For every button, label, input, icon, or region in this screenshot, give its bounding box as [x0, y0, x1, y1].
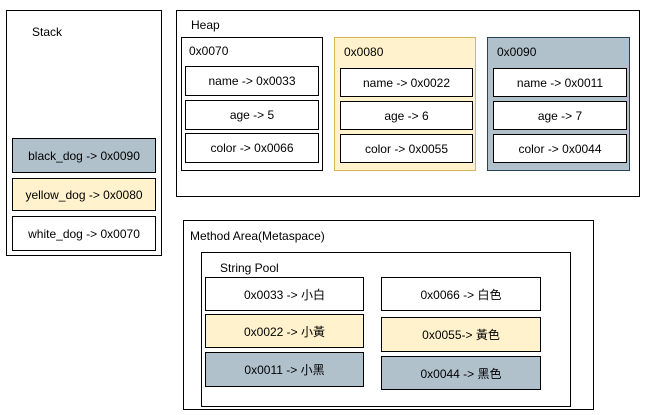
- string-pool-entry: 0x0022 -> 小黃: [205, 314, 364, 348]
- string-pool-entry: 0x0011 -> 小黑: [205, 352, 364, 387]
- object-field: age -> 5: [185, 100, 319, 130]
- method-area-title: Method Area(Metaspace): [190, 229, 325, 243]
- object-address: 0x0080: [344, 45, 384, 59]
- object-address: 0x0090: [497, 45, 537, 59]
- object-field: color -> 0x0066: [185, 133, 319, 163]
- string-pool-entry: 0x0044 -> 黑色: [381, 356, 541, 390]
- stack-var: black_dog -> 0x0090: [12, 138, 156, 173]
- object-field: color -> 0x0044: [493, 134, 627, 163]
- heap-title: Heap: [191, 18, 220, 32]
- object-field: name -> 0x0011: [493, 68, 627, 97]
- string-pool-title: String Pool: [220, 261, 279, 275]
- string-pool-entry: 0x0033 -> 小白: [205, 277, 364, 311]
- object-field: name -> 0x0033: [185, 66, 319, 96]
- string-pool-entry: 0x0055-> 黃色: [381, 317, 541, 352]
- stack-title: Stack: [32, 25, 63, 39]
- stack-var: yellow_dog -> 0x0080: [12, 178, 156, 211]
- object-field: name -> 0x0022: [340, 68, 473, 97]
- stack-var: white_dog -> 0x0070: [12, 216, 156, 251]
- object-address: 0x0070: [189, 44, 229, 58]
- object-field: color -> 0x0055: [340, 134, 473, 163]
- object-field: age -> 6: [340, 101, 473, 130]
- object-field: age -> 7: [493, 101, 627, 130]
- string-pool-entry: 0x0066 -> 白色: [381, 277, 541, 311]
